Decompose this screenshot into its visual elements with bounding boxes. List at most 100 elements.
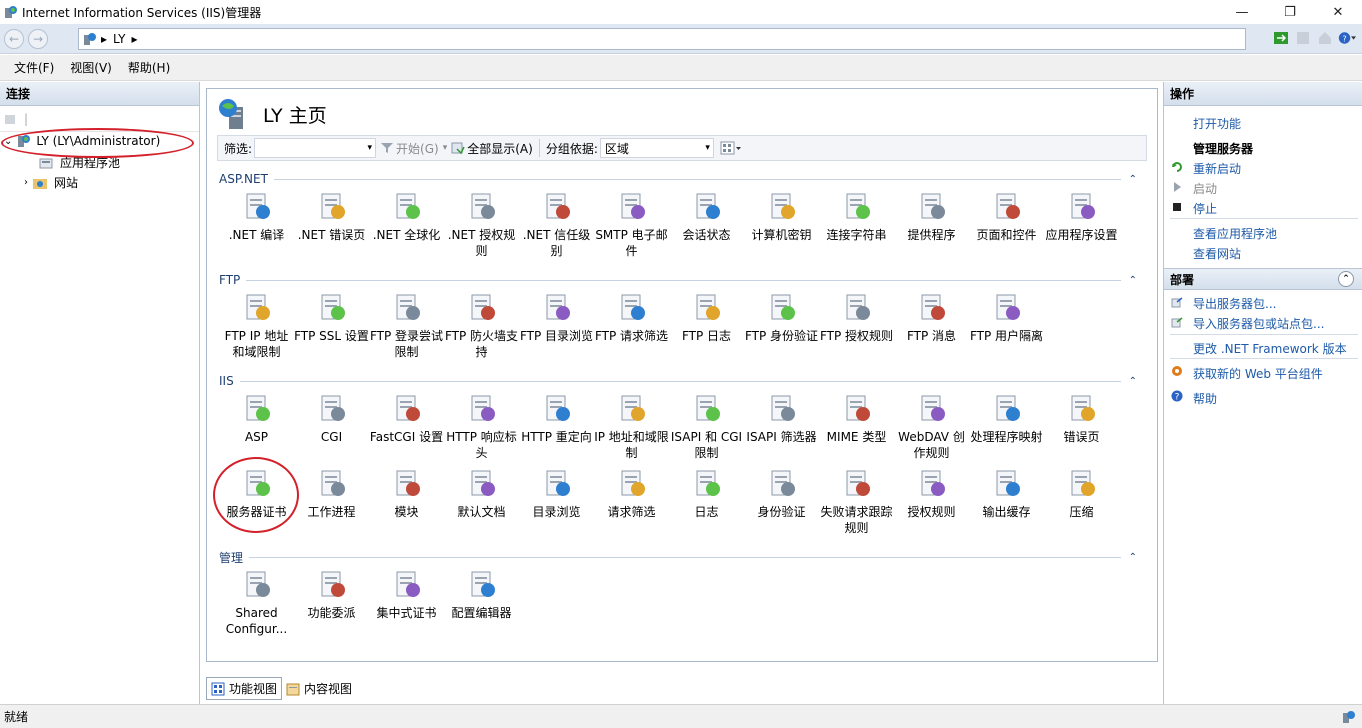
feature-item[interactable]: 服务器证书 bbox=[219, 467, 294, 520]
feature-item[interactable]: FTP 日志 bbox=[669, 291, 744, 344]
filter-input[interactable]: ▾ bbox=[254, 138, 377, 158]
chevron-up-icon[interactable]: ⌃ bbox=[1129, 275, 1137, 286]
feature-item[interactable]: ASP bbox=[219, 392, 294, 445]
menu-help[interactable]: 帮助(H) bbox=[120, 59, 178, 76]
group-by-select[interactable]: 区域 ▾ bbox=[599, 138, 714, 158]
feature-item[interactable]: 连接字符串 bbox=[819, 190, 894, 243]
tree-root-ly[interactable]: ⌄ LY (LY\Administrator) bbox=[4, 134, 160, 148]
group-header[interactable]: FTP ⌃ bbox=[219, 272, 1137, 288]
feature-item[interactable]: FTP 用户隔离 bbox=[969, 291, 1044, 344]
export-package-link[interactable]: 导出服务器包... bbox=[1193, 295, 1276, 312]
address-breadcrumb[interactable]: ▸ LY ▸ bbox=[78, 28, 1246, 50]
stop-icon[interactable] bbox=[1294, 29, 1312, 47]
show-all-button[interactable]: 全部显示(A) bbox=[467, 140, 533, 157]
feature-item[interactable]: 计算机密钥 bbox=[744, 190, 819, 243]
feature-item[interactable]: FastCGI 设置 bbox=[369, 392, 444, 445]
feature-item[interactable]: SMTP 电子邮件 bbox=[594, 190, 669, 259]
feature-item[interactable]: 应用程序设置 bbox=[1044, 190, 1119, 243]
feature-item[interactable]: 模块 bbox=[369, 467, 444, 520]
view-mode-icon[interactable] bbox=[720, 140, 742, 156]
collapse-icon[interactable]: ⌄ bbox=[4, 136, 12, 147]
chevron-up-icon[interactable]: ⌃ bbox=[1129, 552, 1137, 563]
feature-item[interactable]: 处理程序映射 bbox=[969, 392, 1044, 445]
feature-item[interactable]: 工作进程 bbox=[294, 467, 369, 520]
minimize-button[interactable]: — bbox=[1218, 0, 1266, 24]
menu-view[interactable]: 视图(V) bbox=[62, 59, 120, 76]
feature-item[interactable]: FTP 授权规则 bbox=[819, 291, 894, 344]
view-app-pools-link[interactable]: 查看应用程序池 bbox=[1193, 225, 1277, 242]
feature-item[interactable]: ISAPI 和 CGI 限制 bbox=[669, 392, 744, 461]
breadcrumb-segment[interactable]: LY bbox=[113, 32, 125, 46]
feature-item[interactable]: 配置编辑器 bbox=[444, 568, 519, 621]
tree-item-sites[interactable]: › 网站 bbox=[24, 174, 78, 191]
feature-item[interactable]: FTP SSL 设置 bbox=[294, 291, 369, 344]
open-feature-link[interactable]: 打开功能 bbox=[1193, 115, 1241, 132]
tab-content-view[interactable]: 内容视图 bbox=[282, 677, 356, 700]
expand-icon[interactable]: › bbox=[24, 177, 28, 188]
feature-item[interactable]: HTTP 重定向 bbox=[519, 392, 594, 445]
feature-item[interactable]: .NET 全球化 bbox=[369, 190, 444, 243]
feature-item[interactable]: FTP 消息 bbox=[894, 291, 969, 344]
back-button[interactable]: ← bbox=[4, 28, 24, 49]
chevron-up-icon[interactable]: ⌃ bbox=[1129, 376, 1137, 387]
tree-item-app-pools[interactable]: 应用程序池 bbox=[38, 154, 120, 171]
collapse-section-icon[interactable]: ⌃ bbox=[1338, 271, 1354, 287]
tab-features-view[interactable]: 功能视图 bbox=[206, 677, 283, 700]
restart-link[interactable]: 重新启动 bbox=[1193, 160, 1241, 177]
feature-item[interactable]: 失败请求跟踪规则 bbox=[819, 467, 894, 536]
feature-item[interactable]: 会话状态 bbox=[669, 190, 744, 243]
view-sites-link[interactable]: 查看网站 bbox=[1193, 245, 1241, 262]
help-dropdown-icon[interactable]: ? bbox=[1338, 29, 1356, 47]
help-link[interactable]: 帮助 bbox=[1193, 390, 1217, 407]
feature-item[interactable]: WebDAV 创作规则 bbox=[894, 392, 969, 461]
feature-item[interactable]: 请求筛选 bbox=[594, 467, 669, 520]
feature-item[interactable]: FTP 登录尝试限制 bbox=[369, 291, 444, 360]
feature-item[interactable]: 页面和控件 bbox=[969, 190, 1044, 243]
home-icon[interactable] bbox=[1316, 29, 1334, 47]
deploy-section-header[interactable]: 部署 ⌃ bbox=[1164, 268, 1362, 290]
forward-button[interactable]: → bbox=[28, 28, 48, 49]
feature-item[interactable]: 身份验证 bbox=[744, 467, 819, 520]
feature-item[interactable]: 压缩 bbox=[1044, 467, 1119, 520]
feature-item[interactable]: 功能委派 bbox=[294, 568, 369, 621]
feature-item[interactable]: 日志 bbox=[669, 467, 744, 520]
feature-item[interactable]: FTP 身份验证 bbox=[744, 291, 819, 344]
feature-item[interactable]: HTTP 响应标头 bbox=[444, 392, 519, 461]
feature-item[interactable]: 授权规则 bbox=[894, 467, 969, 520]
change-net-version-link[interactable]: 更改 .NET Framework 版本 bbox=[1193, 340, 1347, 357]
feature-item[interactable]: .NET 编译 bbox=[219, 190, 294, 243]
feature-item[interactable]: .NET 错误页 bbox=[294, 190, 369, 243]
feature-item[interactable]: 集中式证书 bbox=[369, 568, 444, 621]
import-package-link[interactable]: 导入服务器包或站点包... bbox=[1193, 315, 1324, 332]
feature-item[interactable]: ISAPI 筛选器 bbox=[744, 392, 819, 445]
refresh-icon[interactable] bbox=[1272, 29, 1290, 47]
feature-item[interactable]: IP 地址和域限制 bbox=[594, 392, 669, 461]
feature-item[interactable]: FTP 防火墙支持 bbox=[444, 291, 519, 360]
group-header[interactable]: IIS ⌃ bbox=[219, 373, 1137, 389]
go-dropdown-icon[interactable]: ▾ bbox=[443, 143, 448, 153]
feature-item[interactable]: 输出缓存 bbox=[969, 467, 1044, 520]
feature-item[interactable]: FTP 请求筛选 bbox=[594, 291, 669, 344]
feature-item[interactable]: FTP IP 地址和域限制 bbox=[219, 291, 294, 360]
group-header[interactable]: ASP.NET ⌃ bbox=[219, 171, 1137, 187]
menu-file[interactable]: 文件(F) bbox=[6, 59, 62, 76]
new-connection-icon[interactable] bbox=[4, 112, 18, 126]
feature-item[interactable]: Shared Configur... bbox=[219, 568, 294, 637]
feature-item[interactable]: .NET 授权规则 bbox=[444, 190, 519, 259]
close-button[interactable]: ✕ bbox=[1314, 0, 1362, 24]
feature-item[interactable]: 提供程序 bbox=[894, 190, 969, 243]
feature-item[interactable]: MIME 类型 bbox=[819, 392, 894, 445]
feature-label: ASP bbox=[244, 430, 269, 444]
go-button[interactable]: 开始(G) bbox=[396, 140, 439, 157]
group-header[interactable]: 管理 ⌃ bbox=[219, 549, 1137, 565]
stop-link[interactable]: 停止 bbox=[1193, 200, 1217, 217]
feature-item[interactable]: 默认文档 bbox=[444, 467, 519, 520]
chevron-up-icon[interactable]: ⌃ bbox=[1129, 174, 1137, 185]
feature-item[interactable]: FTP 目录浏览 bbox=[519, 291, 594, 344]
feature-item[interactable]: CGI bbox=[294, 392, 369, 445]
maximize-button[interactable]: ❐ bbox=[1266, 0, 1314, 24]
feature-item[interactable]: 错误页 bbox=[1044, 392, 1119, 445]
feature-item[interactable]: .NET 信任级别 bbox=[519, 190, 594, 259]
get-web-platform-link[interactable]: 获取新的 Web 平台组件 bbox=[1193, 365, 1323, 382]
feature-item[interactable]: 目录浏览 bbox=[519, 467, 594, 520]
